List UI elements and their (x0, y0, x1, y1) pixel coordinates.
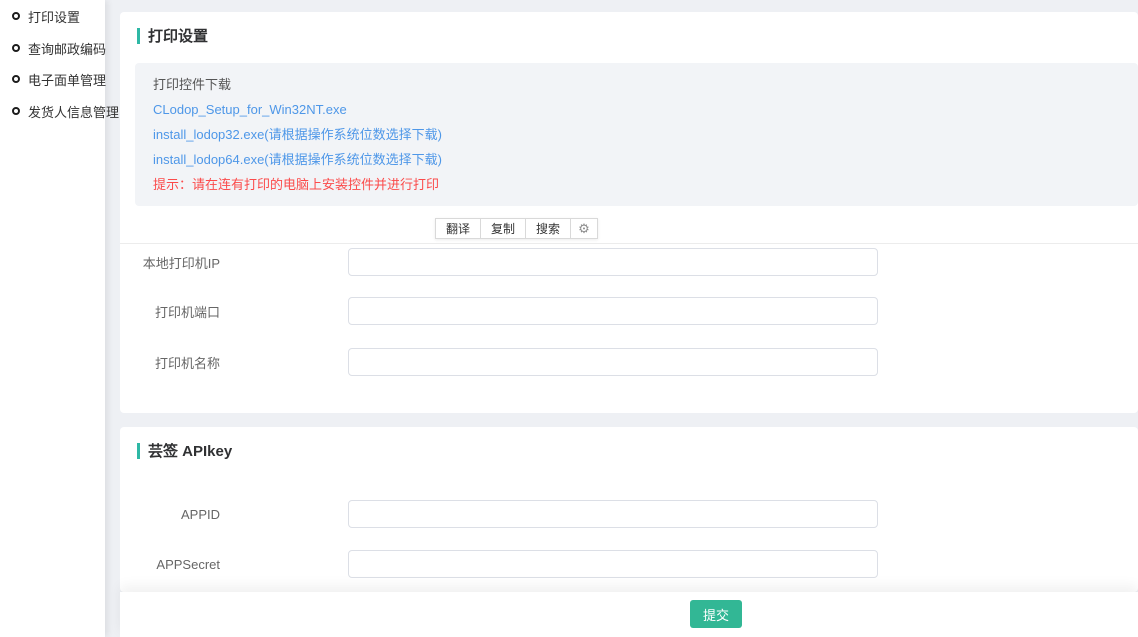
print-settings-card: 打印设置 打印控件下载 CLodop_Setup_for_Win32NT.exe… (120, 12, 1138, 413)
appsecret-label: APPSecret (120, 550, 220, 578)
accent-bar (137, 28, 140, 44)
accent-bar (137, 443, 140, 459)
download-link-clodop[interactable]: CLodop_Setup_for_Win32NT.exe (153, 101, 347, 119)
sidebar-item-label: 发货人信息管理 (28, 102, 119, 121)
sidebar-item-label: 查询邮政编码 (28, 39, 106, 58)
appid-label: APPID (120, 500, 220, 528)
form-row-printer-ip: 本地打印机IP (120, 248, 1138, 276)
section-divider (120, 243, 1138, 244)
form-row-printer-port: 打印机端口 (120, 297, 1138, 325)
printer-ip-label: 本地打印机IP (120, 248, 220, 276)
selection-toolbar: 翻译 复制 搜索 ⚙ (435, 218, 598, 239)
radio-circle-icon (12, 75, 20, 83)
page: 打印设置 查询邮政编码 电子面单管理 发货人信息管理 打印设置 打印控件下载 C… (0, 0, 1138, 637)
apikey-card: 芸签 APIkey APPID APPSecret (120, 427, 1138, 592)
gear-icon: ⚙ (578, 222, 590, 235)
form-row-printer-name: 打印机名称 (120, 348, 1138, 376)
sidebar-item-query-postcode[interactable]: 查询邮政编码 (12, 39, 106, 57)
download-link-lodop64[interactable]: install_lodop64.exe(请根据操作系统位数选择下载) (153, 151, 442, 169)
print-control-download-box: 打印控件下载 CLodop_Setup_for_Win32NT.exe inst… (135, 63, 1138, 206)
print-settings-header: 打印设置 (137, 25, 208, 46)
footer-action-bar: 提交 (120, 592, 1138, 637)
sidebar-item-ewaybill-management[interactable]: 电子面单管理 (12, 70, 106, 88)
radio-circle-icon (12, 44, 20, 52)
search-button[interactable]: 搜索 (526, 219, 571, 238)
sidebar-item-print-settings[interactable]: 打印设置 (12, 7, 80, 25)
apikey-title: 芸签 APIkey (148, 440, 232, 461)
printer-ip-input[interactable] (348, 248, 878, 276)
download-link-lodop32[interactable]: install_lodop32.exe(请根据操作系统位数选择下载) (153, 126, 442, 144)
download-heading: 打印控件下载 (153, 76, 1138, 94)
sidebar-item-label: 电子面单管理 (28, 70, 106, 89)
translate-button[interactable]: 翻译 (436, 219, 481, 238)
printer-name-input[interactable] (348, 348, 878, 376)
radio-circle-icon (12, 107, 20, 115)
form-row-appid: APPID (120, 500, 1138, 528)
printer-name-label: 打印机名称 (120, 348, 220, 376)
page-title: 打印设置 (148, 25, 208, 46)
submit-button[interactable]: 提交 (690, 600, 742, 628)
apikey-header: 芸签 APIkey (137, 440, 232, 461)
printer-port-label: 打印机端口 (120, 297, 220, 325)
printer-port-input[interactable] (348, 297, 878, 325)
radio-circle-icon (12, 12, 20, 20)
sidebar: 打印设置 查询邮政编码 电子面单管理 发货人信息管理 (0, 0, 105, 637)
copy-button[interactable]: 复制 (481, 219, 526, 238)
appid-input[interactable] (348, 500, 878, 528)
install-tip-text: 提示：请在连有打印的电脑上安装控件并进行打印 (153, 176, 1138, 194)
appsecret-input[interactable] (348, 550, 878, 578)
sidebar-item-label: 打印设置 (28, 7, 80, 26)
toolbar-settings-button[interactable]: ⚙ (571, 219, 597, 238)
sidebar-item-shipper-info[interactable]: 发货人信息管理 (12, 102, 119, 120)
form-row-appsecret: APPSecret (120, 550, 1138, 578)
